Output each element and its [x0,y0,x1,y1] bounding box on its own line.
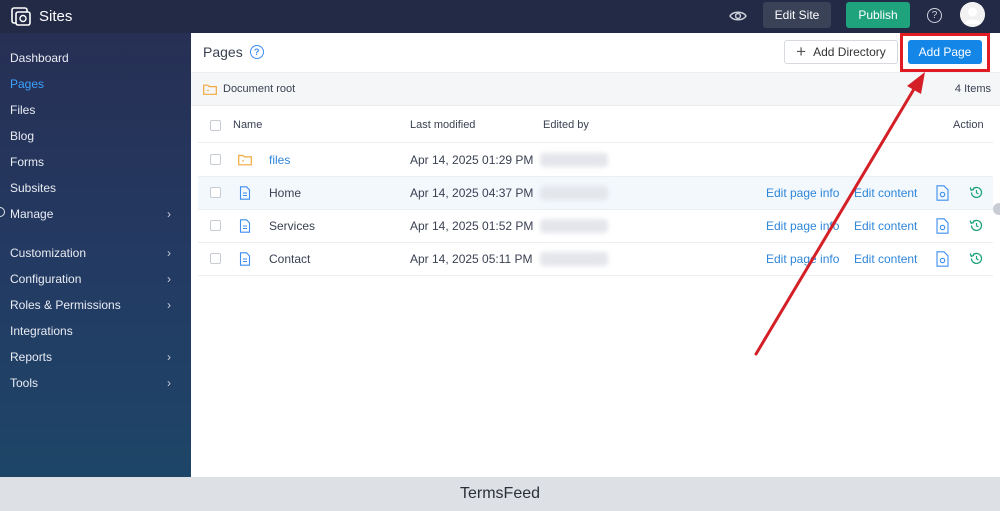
sites-logo-icon [11,7,31,26]
table-header: Name Last modified Edited by Action [198,109,993,143]
sidebar-item-dashboard[interactable]: Dashboard [0,46,191,70]
main-content: Pages ? + Add Directory Add Page Documen… [191,33,1000,477]
select-all-checkbox[interactable] [210,120,221,131]
row-checkbox[interactable] [210,187,221,198]
page-title: Pages [203,44,243,60]
page-file-icon [239,252,251,266]
history-icon[interactable] [969,251,984,266]
app-title: Sites [39,7,73,25]
plus-icon: + [796,42,807,61]
sidebar-item-manage[interactable]: Manage › [0,202,191,226]
preview-eye-icon[interactable] [729,8,747,24]
sidebar-item-label: Reports [10,350,53,364]
highlight-box [900,33,990,72]
sidebar-item-label: Dashboard [10,51,69,65]
edited-by-redacted [540,153,608,167]
sidebar-item-integrations[interactable]: Integrations [0,319,191,343]
row-name[interactable]: files [269,153,290,167]
sidebar-item-forms[interactable]: Forms [0,150,191,174]
row-name[interactable]: Contact [269,252,310,266]
sidebar-item-label: Roles & Permissions [10,298,121,312]
column-edited-by: Edited by [543,119,589,131]
sidebar-item-files[interactable]: Files [0,98,191,122]
edit-page-info-link[interactable]: Edit page info [766,186,839,200]
page-settings-icon[interactable] [936,218,949,234]
edited-by-redacted [540,252,608,266]
column-last-modified: Last modified [410,119,476,131]
row-checkbox[interactable] [210,154,221,165]
footer-watermark: TermsFeed [0,477,1000,511]
sidebar-item-label: Integrations [10,324,73,338]
page-file-icon [239,219,251,233]
edited-by-redacted [540,219,608,233]
add-directory-label: Add Directory [813,45,886,59]
row-checkbox[interactable] [210,253,221,264]
chevron-right-icon: › [167,376,171,390]
edit-site-button[interactable]: Edit Site [763,2,831,28]
sidebar-item-tools[interactable]: Tools › [0,371,191,395]
sidebar-item-label: Tools [10,376,39,390]
row-last-modified: Apr 14, 2025 05:11 PM [410,252,533,266]
edited-by-redacted [540,186,608,200]
history-icon[interactable] [969,185,984,200]
history-icon[interactable] [969,218,984,233]
add-directory-button[interactable]: + Add Directory [784,40,898,64]
column-action: Action [953,119,984,131]
edit-page-info-link[interactable]: Edit page info [766,219,839,233]
edit-content-link[interactable]: Edit content [854,219,917,233]
sidebar-item-reports[interactable]: Reports › [0,345,191,369]
document-root-bar: Document root 4 Items [191,72,1000,106]
page-heading: Pages ? [203,44,264,60]
brand[interactable]: Sites [10,5,72,27]
sidebar: Dashboard Pages Files Blog Forms Subsite… [0,33,191,477]
sidebar-item-label: Files [10,103,36,117]
page-settings-icon[interactable] [936,185,949,201]
help-icon[interactable]: ? [249,45,264,59]
chevron-right-icon: › [167,298,171,312]
sidebar-item-label: Customization [10,246,87,260]
sidebar-item-label: Pages [10,77,45,91]
publish-button[interactable]: Publish [846,2,910,28]
row-name[interactable]: Home [269,186,301,200]
row-last-modified: Apr 14, 2025 01:52 PM [410,219,534,233]
sidebar-item-roles-permissions[interactable]: Roles & Permissions › [0,293,191,317]
edit-page-info-link[interactable]: Edit page info [766,252,839,266]
table-row[interactable]: Home Apr 14, 2025 04:37 PM Edit page inf… [198,177,993,210]
sidebar-item-configuration[interactable]: Configuration › [0,267,191,291]
page-settings-icon[interactable] [936,251,949,267]
sidebar-item-label: Blog [10,129,35,143]
row-last-modified: Apr 14, 2025 01:29 PM [410,153,534,167]
sidebar-item-subsites[interactable]: Subsites [0,176,191,200]
page-file-icon [239,186,251,200]
table-row[interactable]: Services Apr 14, 2025 01:52 PM Edit page… [198,210,993,243]
chevron-right-icon: › [167,207,171,221]
row-last-modified: Apr 14, 2025 04:37 PM [410,186,534,200]
table-row[interactable]: Contact Apr 14, 2025 05:11 PM Edit page … [198,243,993,276]
folder-icon [203,84,217,95]
top-bar: Sites Edit Site Publish ? [0,0,1000,33]
row-checkbox[interactable] [210,220,221,231]
sidebar-item-label: Configuration [10,272,82,286]
sidebar-item-label: Manage [10,207,54,221]
column-name: Name [233,119,263,131]
items-count: 4 Items [954,83,991,95]
panel-resize-handle[interactable] [993,203,1000,215]
chevron-right-icon: › [167,246,171,260]
avatar[interactable] [960,2,985,27]
sidebar-item-pages[interactable]: Pages [0,72,191,96]
table-row[interactable]: files Apr 14, 2025 01:29 PM [198,144,993,177]
chevron-right-icon: › [167,272,171,286]
sidebar-item-label: Subsites [10,181,57,195]
folder-icon [238,154,252,166]
document-root-label[interactable]: Document root [223,83,295,95]
edit-content-link[interactable]: Edit content [854,252,917,266]
help-icon[interactable]: ? [927,8,942,23]
sidebar-item-customization[interactable]: Customization › [0,241,191,265]
chevron-right-icon: › [167,350,171,364]
sidebar-item-label: Forms [10,155,44,169]
sidebar-item-blog[interactable]: Blog [0,124,191,148]
edit-content-link[interactable]: Edit content [854,186,917,200]
user-avatar-icon [960,2,985,27]
row-name[interactable]: Services [269,219,315,233]
